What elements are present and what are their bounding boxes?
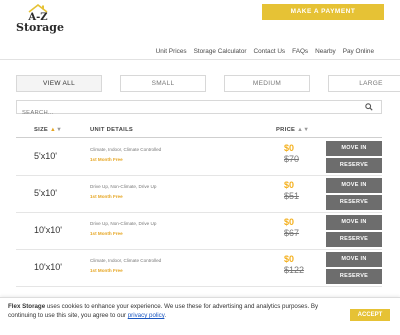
reserve-button[interactable]: RESERVE — [326, 232, 382, 247]
search-icon[interactable] — [365, 103, 373, 111]
main-nav: Unit Prices Storage Calculator Contact U… — [156, 48, 374, 55]
price-header-label: PRICE — [276, 127, 296, 133]
unit-promo: 1st Month Free — [90, 268, 123, 273]
nav-unit-prices[interactable]: Unit Prices — [156, 48, 187, 55]
unit-old-price: $51 — [284, 191, 300, 201]
logo-line-2: Storage — [16, 21, 64, 34]
unit-size: 5'x10' — [34, 188, 57, 198]
unit-size: 10'x10' — [34, 225, 62, 235]
site-logo[interactable]: A-Z Storage — [16, 4, 64, 34]
unit-price: $0 — [284, 180, 295, 190]
table-row: 5'x10' Climate, Indoor, Climate Controll… — [16, 139, 382, 176]
unit-old-price: $67 — [284, 228, 300, 238]
unit-promo: 1st Month Free — [90, 157, 123, 162]
nav-faqs[interactable]: FAQs — [292, 48, 308, 55]
price-column-header[interactable]: PRICE ▲▼ — [276, 127, 309, 133]
move-in-button[interactable]: MOVE IN — [326, 141, 382, 156]
table-row: 10'x10' Drive Up, Non-Climate, Drive Up … — [16, 213, 382, 250]
unit-promo: 1st Month Free — [90, 194, 123, 199]
sort-desc-icon: ▼ — [56, 127, 63, 133]
cookie-text-2: . — [164, 312, 167, 319]
table-header: SIZE ▲▼ UNIT DETAILS PRICE ▲▼ — [16, 127, 382, 137]
tab-large[interactable]: LARGE — [328, 75, 400, 92]
move-in-button[interactable]: MOVE IN — [326, 178, 382, 193]
unit-features: Drive Up, Non-Climate, Drive Up — [90, 184, 157, 189]
search-input[interactable] — [17, 107, 347, 119]
details-column-header: UNIT DETAILS — [90, 127, 134, 133]
cookie-message: Flex Storage uses cookies to enhance you… — [8, 302, 330, 320]
tab-small[interactable]: SMALL — [120, 75, 206, 92]
header-divider — [0, 59, 400, 60]
move-in-button[interactable]: MOVE IN — [326, 252, 382, 267]
unit-price: $0 — [284, 217, 295, 227]
privacy-policy-link[interactable]: privacy policy — [128, 312, 165, 319]
unit-price: $0 — [284, 143, 295, 153]
unit-old-price: $70 — [284, 154, 300, 164]
tab-medium[interactable]: MEDIUM — [224, 75, 310, 92]
size-header-label: SIZE — [34, 127, 49, 133]
unit-promo: 1st Month Free — [90, 231, 123, 236]
size-column-header[interactable]: SIZE ▲▼ — [34, 127, 62, 133]
unit-features: Climate, Indoor, Climate Controlled — [90, 258, 162, 263]
tab-view-all[interactable]: VIEW ALL — [16, 75, 102, 92]
page: A-Z Storage MAKE A PAYMENT Unit Prices S… — [0, 0, 400, 335]
unit-old-price: $122 — [284, 265, 305, 275]
cookie-brand: Flex Storage — [8, 303, 46, 310]
nav-pay-online[interactable]: Pay Online — [343, 48, 374, 55]
unit-price: $0 — [284, 254, 295, 264]
nav-contact-us[interactable]: Contact Us — [254, 48, 286, 55]
table-row: 10'x10' Climate, Indoor, Climate Control… — [16, 250, 382, 287]
unit-features: Drive Up, Non-Climate, Drive Up — [90, 221, 157, 226]
make-payment-button[interactable]: MAKE A PAYMENT — [262, 4, 384, 20]
reserve-button[interactable]: RESERVE — [326, 158, 382, 173]
nav-storage-calculator[interactable]: Storage Calculator — [194, 48, 247, 55]
unit-size: 10'x10' — [34, 262, 62, 272]
size-filter-tabs: VIEW ALL SMALL MEDIUM LARGE — [16, 75, 400, 92]
price-sort-desc-icon: ▼ — [303, 127, 310, 133]
table-row: 5'x10' Drive Up, Non-Climate, Drive Up 1… — [16, 176, 382, 213]
reserve-button[interactable]: RESERVE — [326, 195, 382, 210]
unit-features: Climate, Indoor, Climate Controlled — [90, 147, 162, 152]
accept-cookies-button[interactable]: ACCEPT — [350, 309, 390, 321]
reserve-button[interactable]: RESERVE — [326, 269, 382, 284]
table-header-divider — [16, 137, 382, 138]
nav-nearby[interactable]: Nearby — [315, 48, 336, 55]
move-in-button[interactable]: MOVE IN — [326, 215, 382, 230]
cookie-banner: Flex Storage uses cookies to enhance you… — [0, 297, 400, 335]
unit-size: 5'x10' — [34, 151, 57, 161]
search-box — [16, 100, 382, 119]
site-header: A-Z Storage MAKE A PAYMENT Unit Prices S… — [0, 0, 400, 66]
